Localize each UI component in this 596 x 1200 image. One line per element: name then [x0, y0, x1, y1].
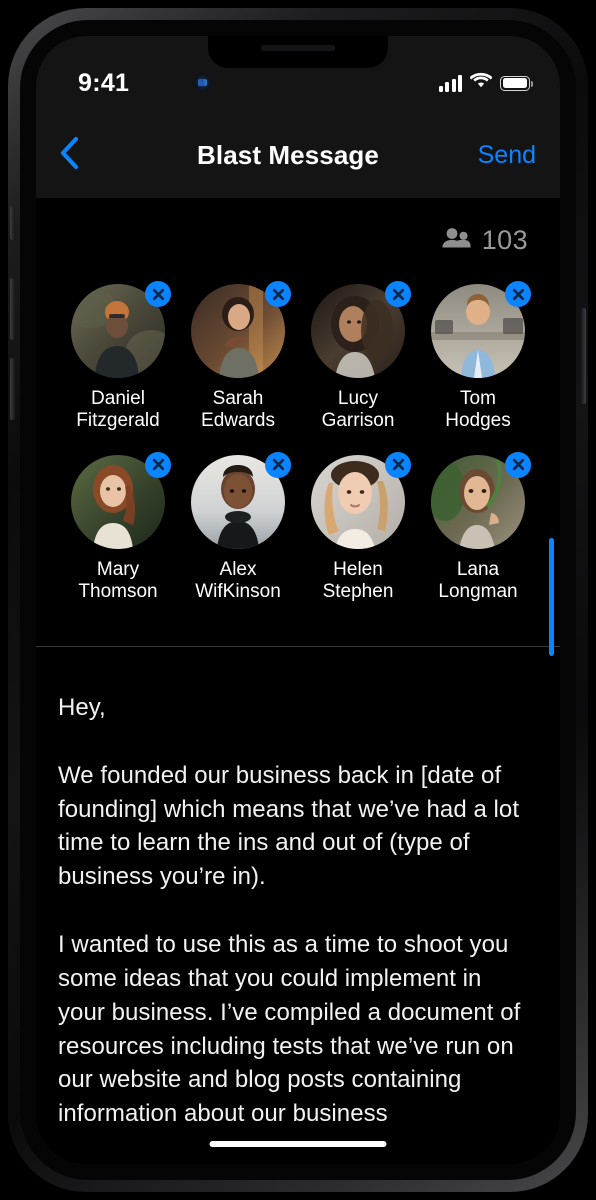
recipient-name: Lana Longman — [438, 559, 517, 604]
recipient-first-name: Helen — [333, 558, 383, 580]
remove-recipient-button[interactable] — [265, 281, 291, 307]
power-button[interactable] — [581, 308, 586, 404]
recipient-item[interactable]: Tom Hodges — [418, 281, 538, 433]
message-paragraph: We founded our business back in [date of… — [58, 761, 520, 891]
recipient-first-name: Alex — [219, 558, 257, 580]
recipient-count: 103 — [481, 224, 528, 255]
recipient-name: Sarah Edwards — [201, 388, 275, 433]
recipient-last-name: Garrison — [321, 410, 395, 432]
chevron-left-icon — [58, 135, 80, 176]
recipient-last-name: Fitzgerald — [76, 410, 160, 432]
recipient-last-name: WifKinson — [195, 581, 281, 603]
recipient-first-name: Mary — [96, 558, 140, 580]
close-x-icon — [152, 458, 165, 471]
remove-recipient-button[interactable] — [385, 451, 411, 478]
avatar[interactable] — [431, 281, 531, 378]
avatar[interactable] — [71, 451, 171, 549]
home-indicator[interactable] — [209, 1141, 387, 1147]
page-title: Blast Message — [197, 139, 379, 170]
recipient-last-name: Thomson — [78, 581, 158, 603]
recipient-last-name: Longman — [438, 581, 518, 603]
recipient-first-name: Lana — [456, 558, 500, 580]
recipient-first-name: Sarah — [212, 388, 264, 409]
recipient-item[interactable]: Alex WifKinson — [178, 451, 298, 604]
message-paragraph: I wanted to use this as a time to shoot … — [58, 931, 521, 1128]
close-x-icon — [392, 288, 405, 301]
recipient-name: Helen Stephen — [323, 559, 394, 604]
recipient-grid: Daniel Fitzgerald Sarah Edwards Lucy Gar… — [36, 260, 560, 656]
avatar[interactable] — [311, 451, 411, 549]
recipients-section: 103 Daniel Fitzgerald Sarah Edwards Lucy… — [36, 198, 560, 656]
recipient-first-name: Daniel — [91, 388, 145, 409]
recipient-last-name: Stephen — [322, 581, 394, 603]
close-x-icon — [272, 458, 285, 471]
back-button[interactable] — [36, 112, 126, 198]
remove-recipient-button[interactable] — [385, 281, 411, 307]
close-x-icon — [272, 288, 285, 301]
recipient-count-row: 103 — [36, 198, 560, 260]
navigation-bar: Blast Message Send — [36, 112, 560, 198]
recipient-last-name: Hodges — [445, 410, 511, 432]
recipient-item[interactable]: Sarah Edwards — [178, 281, 298, 433]
remove-recipient-button[interactable] — [265, 451, 291, 478]
close-x-icon — [512, 458, 525, 471]
remove-recipient-button[interactable] — [145, 451, 171, 478]
recipient-name: Mary Thomson — [78, 559, 157, 604]
recipient-name: Lucy Garrison — [322, 388, 395, 433]
status-icons — [438, 72, 534, 94]
message-paragraph: Hey, — [58, 694, 106, 721]
silent-switch[interactable] — [10, 206, 15, 240]
avatar[interactable] — [191, 451, 291, 549]
earpiece-speaker — [261, 45, 335, 51]
recipient-name: Daniel Fitzgerald — [76, 388, 159, 433]
recipient-item[interactable]: Daniel Fitzgerald — [58, 281, 178, 433]
front-camera-icon — [194, 74, 211, 91]
volume-up-button[interactable] — [10, 278, 15, 340]
avatar[interactable] — [311, 281, 411, 378]
battery-full-icon — [500, 75, 534, 91]
message-text-area[interactable]: Hey, We founded our business back in [da… — [36, 647, 560, 1164]
close-x-icon — [512, 288, 525, 301]
recipient-first-name: Lucy — [337, 388, 379, 409]
remove-recipient-button[interactable] — [505, 451, 531, 478]
cellular-bars-icon — [438, 75, 462, 92]
recipient-name: Tom Hodges — [445, 388, 511, 433]
status-time: 9:41 — [78, 68, 130, 97]
phone-screen: 9:41 Blast Message Send 103 Daniel Fitzg… — [36, 36, 560, 1164]
remove-recipient-button[interactable] — [145, 281, 171, 307]
remove-recipient-button[interactable] — [505, 281, 531, 307]
recipient-item[interactable]: Lucy Garrison — [298, 281, 418, 433]
volume-down-button[interactable] — [10, 358, 15, 420]
recipient-last-name: Edwards — [201, 410, 275, 432]
wifi-icon — [469, 72, 493, 94]
recipient-item[interactable]: Mary Thomson — [58, 451, 178, 604]
send-button[interactable]: Send — [450, 141, 560, 170]
people-icon — [441, 226, 472, 255]
recipient-item[interactable]: Helen Stephen — [298, 451, 418, 604]
recipient-name: Alex WifKinson — [195, 559, 281, 604]
avatar[interactable] — [431, 451, 531, 549]
close-x-icon — [152, 288, 165, 301]
avatar[interactable] — [71, 281, 171, 378]
avatar[interactable] — [191, 281, 291, 378]
notch — [208, 36, 388, 68]
recipients-scrollbar[interactable] — [549, 538, 554, 656]
close-x-icon — [392, 458, 405, 471]
recipient-item[interactable]: Lana Longman — [418, 451, 538, 604]
recipient-first-name: Tom — [460, 388, 496, 409]
